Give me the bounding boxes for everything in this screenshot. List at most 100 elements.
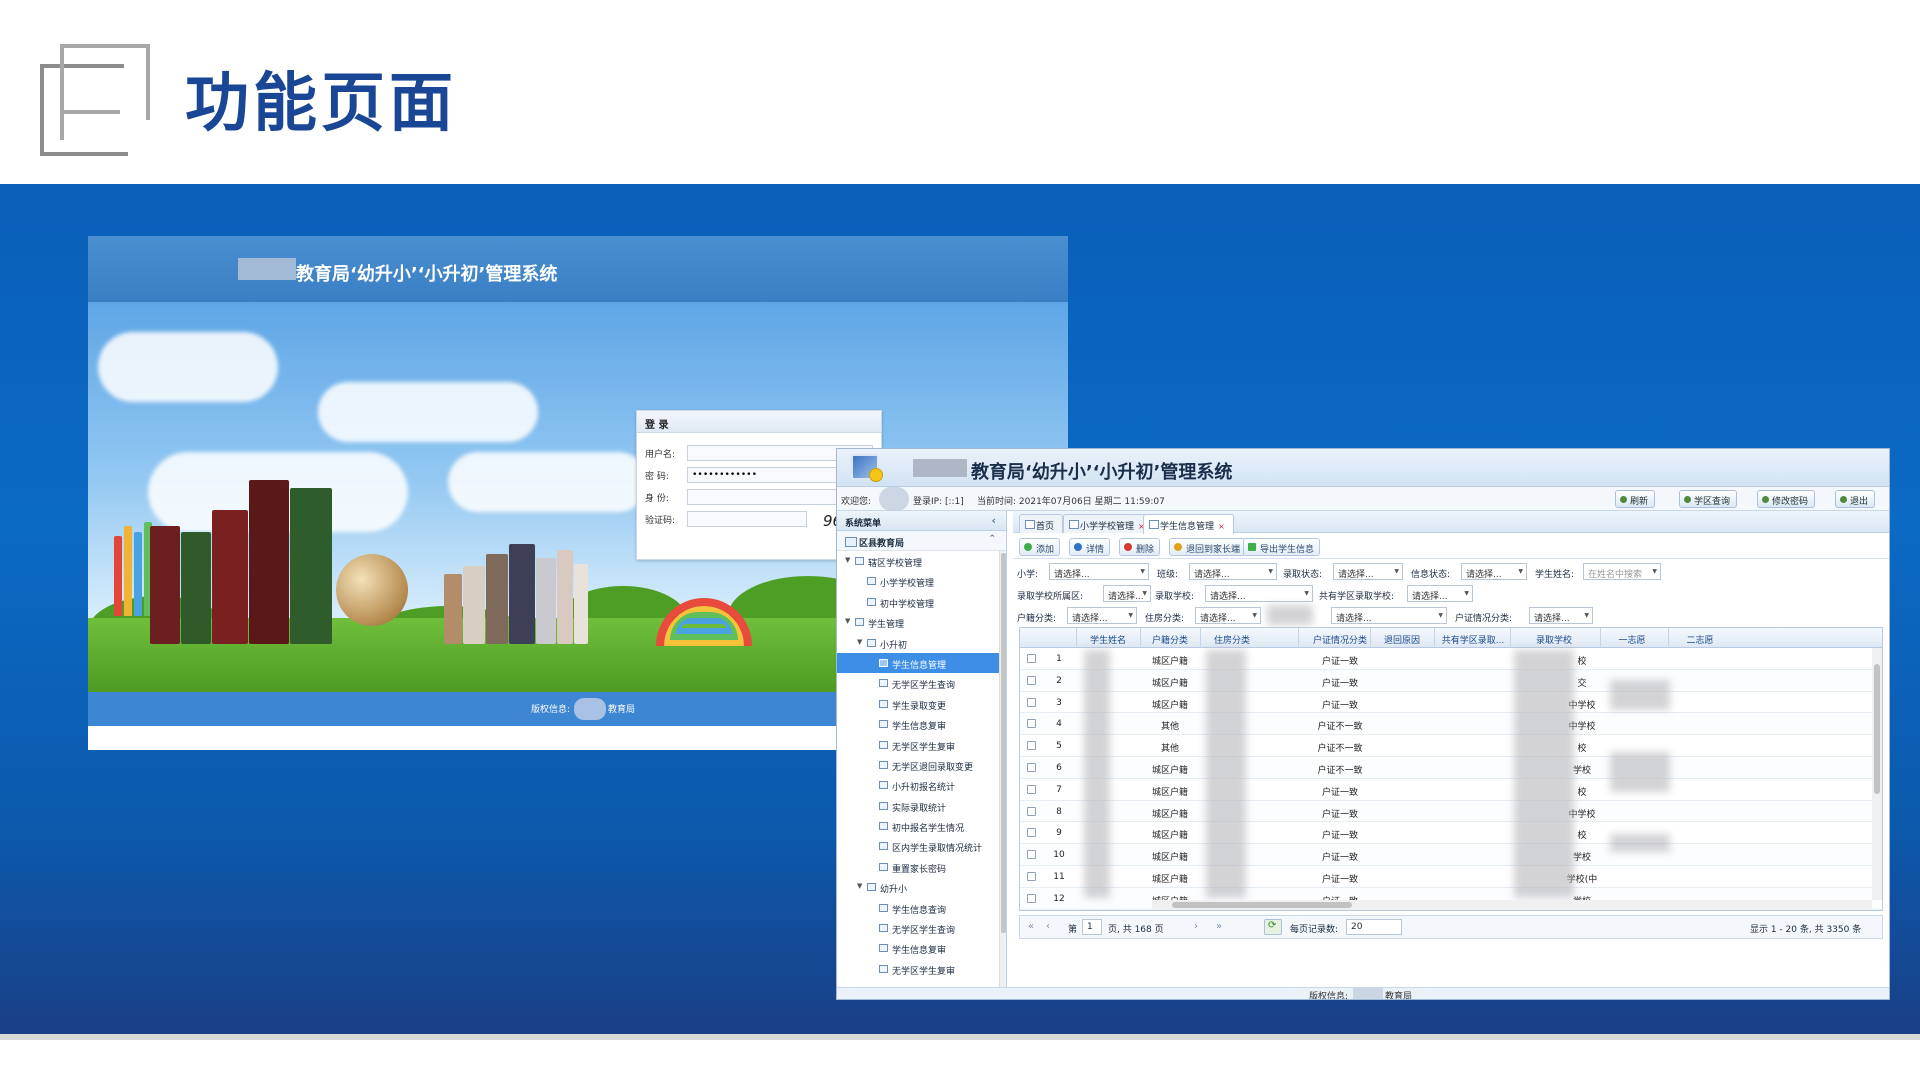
sidebar-item[interactable]: 实际录取统计 — [837, 796, 1006, 816]
admit-district-select[interactable]: 请选择... — [1103, 585, 1151, 602]
sidebar-item[interactable]: 学生信息复审 — [837, 714, 1006, 734]
detail-button[interactable]: 详情 — [1069, 538, 1111, 556]
row-checkbox[interactable] — [1027, 872, 1036, 881]
sidebar-item[interactable]: 学生信息管理 — [837, 652, 1006, 674]
sidebar-item[interactable]: 无学区退回录取变更 — [837, 755, 1006, 775]
row-checkbox[interactable] — [1027, 828, 1036, 838]
sidebar-item[interactable]: 无学区学生复审 — [837, 959, 1006, 979]
shared-district-school-select[interactable]: 请选择... — [1407, 585, 1473, 602]
column-separator[interactable] — [1434, 628, 1435, 648]
previous-page-icon[interactable]: ‹ — [1046, 921, 1050, 932]
sidebar-item[interactable]: 小学学校管理 — [837, 571, 1006, 591]
table-row[interactable]: 8 城区户籍 户证一致 中学校 — [1020, 800, 1882, 823]
sidebar-item[interactable]: 初中学校管理 — [837, 592, 1006, 612]
sidebar-group[interactable]: 区县教育局 ⌃ — [837, 531, 1006, 551]
scrollbar-thumb[interactable] — [1172, 902, 1352, 908]
row-checkbox[interactable] — [1027, 741, 1036, 751]
return-to-parent-button[interactable]: 退回到家长端 — [1169, 538, 1247, 556]
last-page-icon[interactable]: » — [1216, 921, 1222, 932]
sidebar-item[interactable]: 学生信息复审 — [837, 938, 1006, 958]
admit-school-select[interactable]: 请选择... — [1205, 585, 1313, 602]
logout-button[interactable]: 退出 — [1835, 490, 1876, 508]
student-name-search-input[interactable]: 在姓名中搜索 — [1583, 563, 1661, 580]
table-row[interactable]: 4 其他 户证不一致 中学校 — [1020, 713, 1882, 736]
table-row[interactable]: 6 城区户籍 户证不一致 学校 — [1020, 757, 1882, 779]
expand-arrow-icon[interactable]: ▼ — [845, 556, 850, 564]
page-size-select[interactable]: 20 — [1346, 919, 1402, 935]
row-checkbox[interactable] — [1027, 784, 1036, 794]
hukou-type-select[interactable]: 请选择... — [1067, 607, 1137, 624]
column-header[interactable]: 户籍分类 — [1142, 633, 1198, 646]
primary-school-select[interactable]: 请选择... — [1049, 563, 1149, 580]
sidebar-item[interactable]: 区内学生录取情况统计 — [837, 836, 1006, 856]
column-separator[interactable] — [1510, 628, 1511, 648]
column-header[interactable]: 住房分类 — [1202, 633, 1262, 646]
expand-arrow-icon[interactable]: ▼ — [857, 882, 862, 890]
hukou-status-select[interactable]: 请选择... — [1529, 607, 1593, 624]
sidebar-item[interactable]: 小升初报名统计 — [837, 775, 1006, 795]
column-header[interactable]: 学生姓名 — [1078, 633, 1138, 646]
captcha-field[interactable] — [687, 511, 807, 527]
next-page-icon[interactable]: › — [1194, 921, 1198, 932]
row-checkbox[interactable] — [1027, 697, 1036, 707]
sidebar-item[interactable]: ▼ 幼升小 — [837, 877, 1006, 897]
sidebar-item[interactable]: 无学区学生查询 — [837, 918, 1006, 938]
delete-button[interactable]: 删除 — [1119, 538, 1161, 556]
table-row[interactable]: 5 其他 户证不一致校 — [1020, 735, 1882, 757]
column-header[interactable]: 户证情况分类 — [1300, 633, 1380, 646]
table-row[interactable]: 10 城区户籍 户证一致 学校 — [1020, 844, 1882, 866]
sidebar-item[interactable]: 学生录取变更 — [837, 694, 1006, 714]
info-status-select[interactable]: 请选择... — [1461, 563, 1527, 580]
column-header[interactable]: 退回原因 — [1372, 633, 1432, 646]
row-checkbox[interactable] — [1027, 850, 1036, 860]
table-row[interactable]: 1 城区户籍 户证一致校 — [1020, 648, 1882, 670]
page-number-input[interactable]: 1 — [1082, 919, 1102, 935]
column-header[interactable]: 录取学校 — [1512, 633, 1596, 646]
row-checkbox[interactable] — [1027, 675, 1036, 685]
column-separator[interactable] — [1370, 628, 1371, 648]
residence-type-select[interactable]: 请选择... — [1195, 607, 1261, 624]
close-icon[interactable]: × — [1218, 522, 1225, 531]
add-button[interactable]: 添加 — [1019, 538, 1061, 556]
refresh-button[interactable]: 刷新 — [1615, 490, 1656, 508]
tab-home[interactable]: 首页 — [1019, 514, 1064, 533]
row-checkbox[interactable] — [1027, 719, 1036, 729]
refresh-icon[interactable] — [1264, 919, 1282, 935]
column-separator[interactable] — [1298, 628, 1299, 648]
table-horizontal-scrollbar[interactable] — [1152, 900, 1872, 910]
sidebar-item[interactable]: 重置家长密码 — [837, 857, 1006, 877]
sidebar-item[interactable]: ▼ 辖区学校管理 — [837, 551, 1006, 571]
row-checkbox[interactable] — [1027, 893, 1036, 903]
expand-arrow-icon[interactable]: ▼ — [845, 617, 850, 625]
scrollbar-thumb[interactable] — [1874, 664, 1880, 794]
district-query-button[interactable]: 学区查询 — [1679, 490, 1738, 508]
column-separator[interactable] — [1076, 628, 1077, 648]
sidebar-item[interactable]: 无学区学生复审 — [837, 735, 1006, 755]
collapse-icon[interactable]: ‹ — [991, 514, 996, 527]
table-row[interactable]: 3 城区户籍 户证一致 中学校 — [1020, 692, 1882, 714]
admit-status-select[interactable]: 请选择... — [1333, 563, 1403, 580]
column-separator[interactable] — [1140, 628, 1141, 648]
tab-student-info-management[interactable]: 学生信息管理 × — [1143, 514, 1234, 534]
column-separator[interactable] — [1200, 628, 1201, 648]
table-row[interactable]: 7 城区户籍 户证一致校 — [1020, 779, 1882, 801]
tab-primary-school-management[interactable]: 小学学校管理 × — [1063, 514, 1154, 533]
table-row[interactable]: 2 城区户籍 户证一致交 — [1020, 669, 1882, 692]
expand-arrow-icon[interactable]: ▼ — [857, 638, 862, 646]
row-checkbox[interactable] — [1027, 806, 1036, 816]
column-separator[interactable] — [1600, 628, 1601, 648]
chevron-up-icon[interactable]: ⌃ — [988, 534, 996, 544]
scrollbar-thumb[interactable] — [1001, 553, 1006, 933]
row-checkbox[interactable] — [1027, 763, 1036, 772]
change-password-button[interactable]: 修改密码 — [1757, 490, 1816, 508]
sidebar-item[interactable]: 无学区学生查询 — [837, 673, 1006, 693]
redacted-select[interactable]: 请选择... — [1331, 607, 1447, 624]
sidebar-scrollbar[interactable] — [999, 551, 1006, 987]
table-vertical-scrollbar[interactable] — [1872, 648, 1882, 900]
column-header[interactable]: 二志愿 — [1670, 633, 1730, 646]
sidebar-item[interactable]: ▼ 小升初 — [837, 633, 1006, 653]
column-separator[interactable] — [1668, 628, 1669, 648]
table-row[interactable]: 11 城区户籍 户证一致 学校(中 — [1020, 866, 1882, 888]
export-student-info-button[interactable]: 导出学生信息 — [1243, 538, 1321, 556]
sidebar-item[interactable]: ▼ 学生管理 — [837, 612, 1006, 632]
